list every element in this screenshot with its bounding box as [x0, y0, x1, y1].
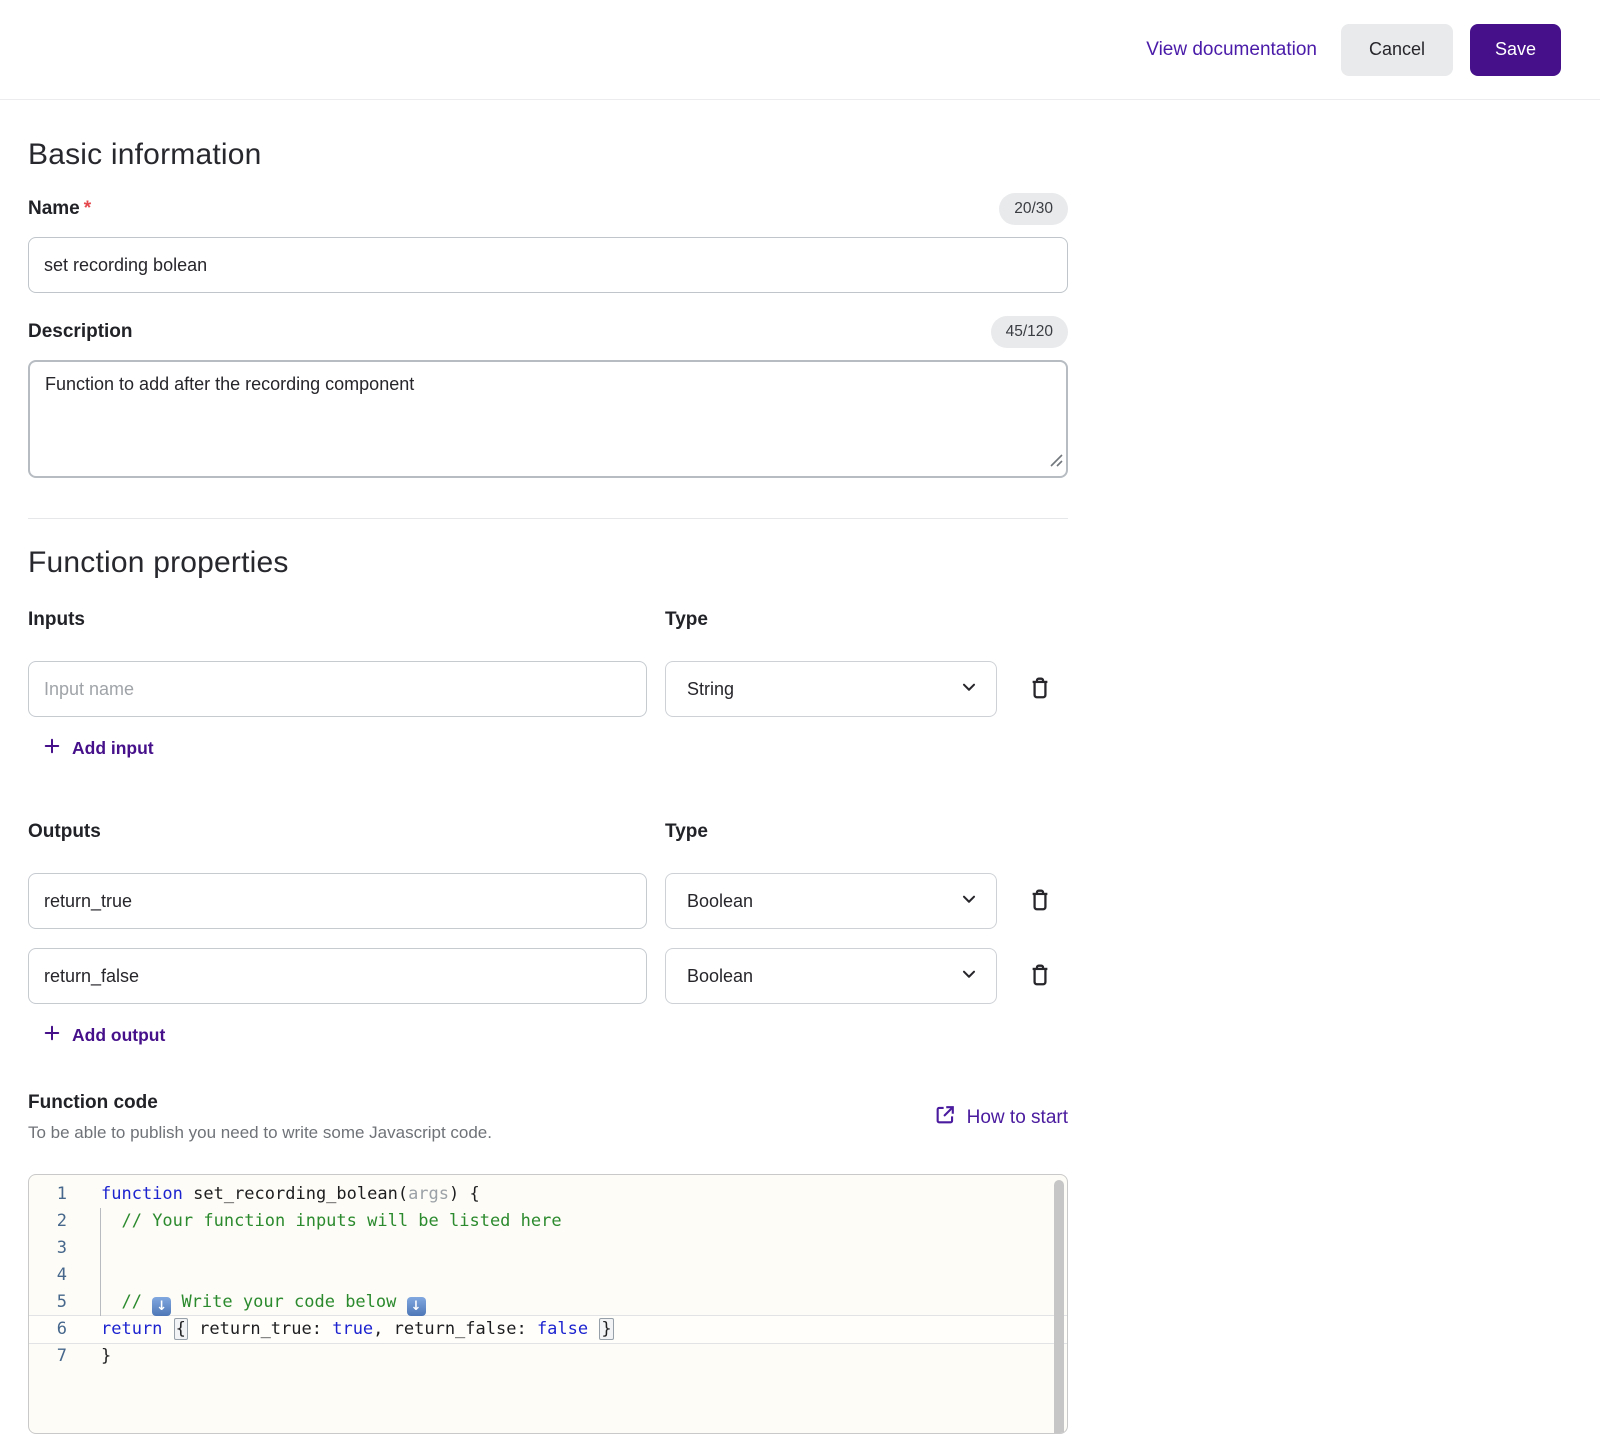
- output-name-field[interactable]: [28, 948, 647, 1004]
- editor-scrollbar[interactable]: [1054, 1180, 1064, 1433]
- delete-output-button[interactable]: [1026, 887, 1054, 915]
- required-asterisk: *: [83, 198, 92, 219]
- output-type-select[interactable]: Boolean: [665, 948, 997, 1004]
- cancel-button[interactable]: Cancel: [1341, 23, 1453, 76]
- save-button[interactable]: Save: [1470, 23, 1561, 76]
- delete-output-button[interactable]: [1026, 962, 1054, 990]
- line-number: 1: [56, 1184, 67, 1204]
- function-code-label: Function code: [28, 1092, 158, 1113]
- description-counter-badge: 45/120: [990, 316, 1068, 348]
- code-line[interactable]: 6 return { return_true: true, return_fals…: [29, 1316, 1067, 1343]
- function-code-subtitle: To be able to publish you need to write …: [28, 1123, 492, 1142]
- description-label: Description: [28, 321, 133, 342]
- function-properties-section: Function properties Inputs Type String: [28, 545, 1096, 1434]
- outputs-type-label: Type: [665, 821, 708, 842]
- name-counter-badge: 20/30: [999, 193, 1068, 225]
- inputs-label: Inputs: [28, 609, 85, 630]
- code-lines: 1 function set_recording_bolean(args) {2 …: [29, 1181, 1067, 1370]
- output-row: Boolean: [28, 873, 1124, 929]
- input-type-value: String: [687, 678, 735, 699]
- inputs-labels-row: Inputs Type: [28, 609, 1068, 631]
- inputs-type-label: Type: [665, 609, 708, 630]
- name-field-head: Name * 20/30: [28, 193, 1068, 225]
- function-editor-form: Basic information Name* 20/30 Descriptio…: [0, 100, 1096, 1434]
- plus-icon: [42, 736, 62, 761]
- description-textarea[interactable]: Function to add after the recording comp…: [28, 360, 1068, 478]
- basic-info-section: Basic information Name* 20/30 Descriptio…: [28, 137, 1096, 478]
- add-output-button[interactable]: Add output: [28, 1023, 165, 1047]
- description-field-head: Description 45/120: [28, 316, 1068, 348]
- line-number: 7: [56, 1346, 67, 1366]
- output-type-select[interactable]: Boolean: [665, 873, 997, 929]
- how-to-start-link[interactable]: How to start: [934, 1104, 1068, 1132]
- trash-icon: [1027, 962, 1053, 991]
- trash-icon: [1027, 887, 1053, 916]
- plus-icon: [42, 1023, 62, 1048]
- delete-input-button[interactable]: [1026, 675, 1054, 703]
- add-input-button[interactable]: Add input: [28, 736, 154, 760]
- output-type-value: Boolean: [687, 890, 754, 911]
- input-type-select[interactable]: String: [665, 661, 997, 717]
- top-bar: View documentation Cancel Save: [0, 0, 1600, 100]
- function-code-head: Function code To be able to publish you …: [28, 1092, 1068, 1143]
- basic-info-title: Basic information: [28, 138, 262, 171]
- input-row: String: [28, 661, 1124, 717]
- chevron-down-icon: [958, 888, 980, 915]
- input-name-field[interactable]: [28, 661, 647, 717]
- line-number: 3: [56, 1238, 67, 1258]
- function-properties-title: Function properties: [28, 546, 289, 579]
- code-editor[interactable]: 1 function set_recording_bolean(args) {2 …: [28, 1174, 1068, 1434]
- code-line[interactable]: 2 // Your function inputs will be listed…: [29, 1208, 1067, 1235]
- line-number: 5: [56, 1292, 67, 1312]
- output-type-value: Boolean: [687, 965, 754, 986]
- section-divider: [28, 518, 1068, 519]
- code-line[interactable]: 3: [29, 1235, 1067, 1262]
- view-documentation-link[interactable]: View documentation: [1146, 39, 1317, 61]
- outputs-label: Outputs: [28, 821, 101, 842]
- name-input[interactable]: [28, 237, 1068, 293]
- line-number: 2: [56, 1211, 67, 1231]
- output-name-field[interactable]: [28, 873, 647, 929]
- output-row: Boolean: [28, 948, 1124, 1004]
- code-line[interactable]: 4: [29, 1262, 1067, 1289]
- trash-icon: [1027, 675, 1053, 704]
- chevron-down-icon: [958, 963, 980, 990]
- external-link-icon: [934, 1104, 956, 1132]
- line-number: 6: [56, 1319, 67, 1339]
- chevron-down-icon: [958, 676, 980, 703]
- line-number: 4: [56, 1265, 67, 1285]
- outputs-labels-row: Outputs Type: [28, 821, 1068, 843]
- code-line[interactable]: 5 // ↓ Write your code below ↓: [29, 1289, 1067, 1316]
- code-line[interactable]: 1 function set_recording_bolean(args) {: [29, 1181, 1067, 1208]
- code-line[interactable]: 7}: [29, 1343, 1067, 1370]
- name-label: Name *: [28, 198, 92, 219]
- outputs-block: Outputs Type Boolean: [28, 821, 1096, 1047]
